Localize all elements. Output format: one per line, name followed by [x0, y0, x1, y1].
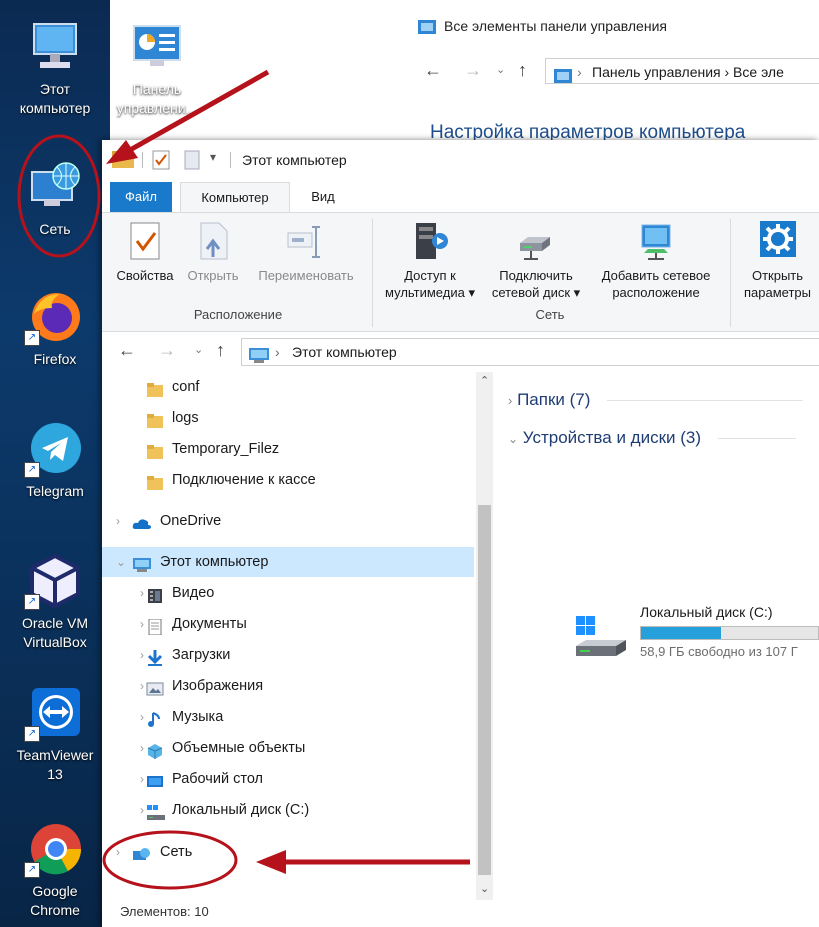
annotation-overlay [17, 69, 470, 890]
annotation-circle-tree-network [102, 830, 238, 890]
annotation-arrow-desktop-line [128, 69, 270, 153]
annotation-arrow-tree-head [256, 850, 286, 874]
annotation-arrow-desktop-head [106, 140, 138, 164]
annotation-circle-desktop-network [17, 134, 101, 258]
